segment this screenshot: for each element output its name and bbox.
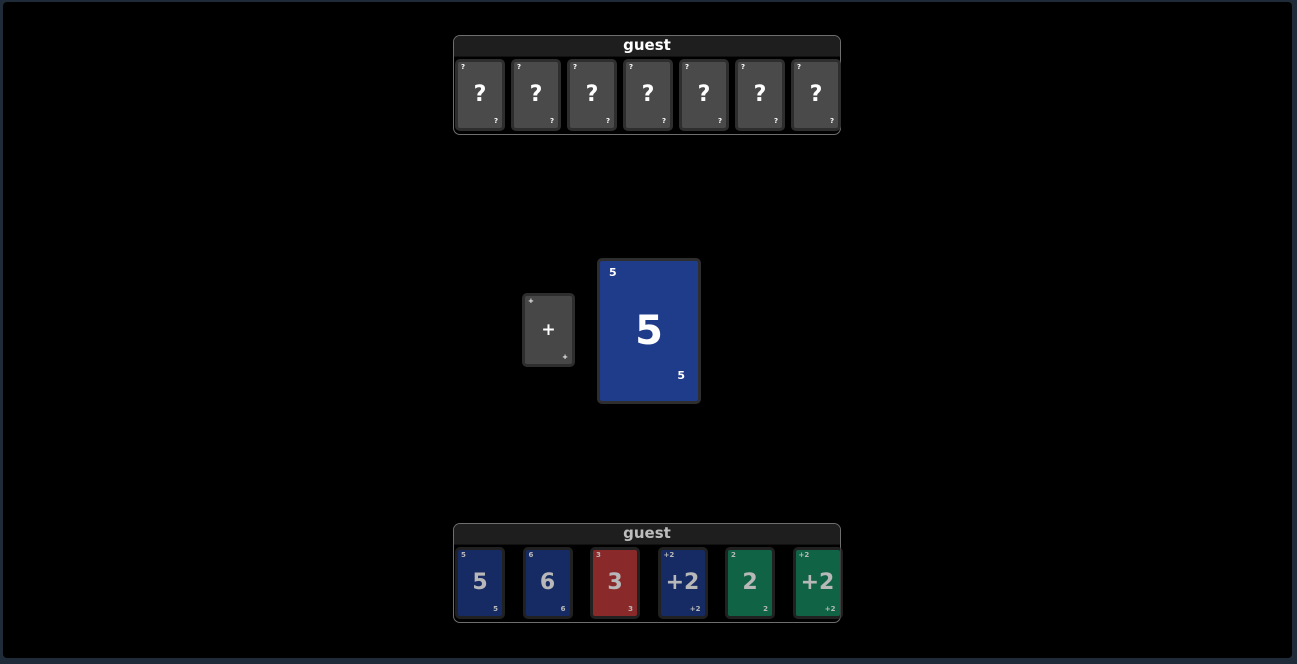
card-value: 5 (472, 570, 488, 595)
opponent-card-back: ??? (679, 59, 729, 131)
player-card[interactable]: 3 3 3 (590, 547, 640, 619)
opponent-card-back: ??? (791, 59, 841, 131)
card-corner-bottom: ? (829, 117, 834, 125)
card-corner-bottom: 2 (763, 605, 768, 613)
opponent-card-back: ??? (735, 59, 785, 131)
card-corner-top: +2 (663, 551, 675, 559)
discard-corner-top: 5 (609, 266, 617, 279)
opponent-card-back: ??? (623, 59, 673, 131)
opponent-card-back: ??? (455, 59, 505, 131)
card-value: 6 (539, 570, 556, 595)
card-corner-bottom: ? (549, 117, 554, 125)
opponent-card-back: ??? (511, 59, 561, 131)
card-value: +2 (800, 570, 835, 595)
card-corner-top: +2 (798, 551, 810, 559)
card-corner-top: ? (573, 63, 578, 71)
player-cards: 5 5 5 6 6 6 3 3 3 +2 +2 +2 2 2 2 +2 +2 +2 (454, 545, 843, 623)
card-corner-bottom: 6 (560, 605, 566, 613)
discard-corner-bottom: 5 (677, 369, 685, 382)
card-corner-top: ? (461, 63, 466, 71)
draw-pile-card[interactable]: + + + (522, 293, 575, 367)
card-value: +2 (665, 570, 700, 595)
opponent-hand: guest ????????????????????? (453, 35, 841, 135)
card-corner-bottom: ? (661, 117, 666, 125)
discard-pile-card: 5 5 5 (597, 258, 701, 404)
player-card[interactable]: 6 6 6 (522, 547, 573, 619)
card-corner-bottom: +2 (689, 605, 701, 613)
card-corner-top: 6 (528, 551, 534, 559)
player-name: guest (454, 524, 840, 545)
card-value: ? (585, 82, 599, 107)
card-corner-bottom: ? (717, 117, 722, 125)
opponent-cards: ????????????????????? (454, 57, 841, 135)
card-corner-top: 2 (731, 551, 736, 559)
discard-value: 5 (635, 308, 663, 354)
game-table: guest ????????????????????? + + + 5 5 5 … (3, 2, 1292, 658)
card-corner-top: ? (517, 63, 522, 71)
card-corner-bottom: ? (773, 117, 778, 125)
card-corner-top: ? (797, 63, 802, 71)
player-card[interactable]: +2 +2 +2 (657, 547, 708, 619)
card-corner-top: 5 (461, 551, 466, 559)
opponent-name: guest (454, 36, 840, 57)
deck-corner-bottom: + (562, 353, 568, 361)
card-value: ? (697, 82, 711, 107)
player-card[interactable]: 5 5 5 (455, 547, 505, 619)
card-corner-bottom: 3 (628, 605, 633, 613)
deck-corner-top: + (528, 297, 534, 305)
card-value: 2 (742, 570, 758, 595)
card-corner-top: ? (629, 63, 634, 71)
card-corner-bottom: ? (605, 117, 610, 125)
card-corner-bottom: 5 (493, 605, 498, 613)
card-corner-top: ? (741, 63, 746, 71)
card-value: 3 (607, 570, 623, 595)
card-value: ? (753, 82, 767, 107)
card-value: ? (641, 82, 655, 107)
player-card[interactable]: 2 2 2 (725, 547, 775, 619)
card-value: ? (809, 82, 823, 107)
player-card[interactable]: +2 +2 +2 (792, 547, 843, 619)
card-corner-bottom: ? (493, 117, 498, 125)
card-corner-top: 3 (596, 551, 601, 559)
card-value: ? (473, 82, 487, 107)
opponent-card-back: ??? (567, 59, 617, 131)
card-value: ? (529, 82, 543, 107)
card-corner-top: ? (685, 63, 690, 71)
card-corner-bottom: +2 (824, 605, 836, 613)
player-hand: guest 5 5 5 6 6 6 3 3 3 +2 +2 +2 2 2 2 +2 +2 +2 (453, 523, 843, 623)
deck-plus-icon: + (541, 320, 556, 340)
